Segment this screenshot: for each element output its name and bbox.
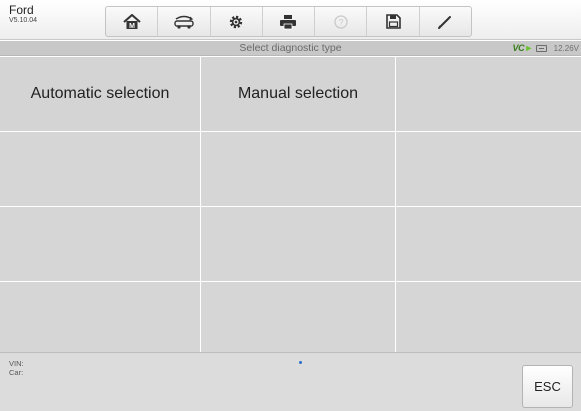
software-version: V5.10.04 [9, 17, 38, 24]
vehicle-swap-icon [174, 15, 194, 29]
battery-icon [536, 45, 547, 52]
empty-cell [0, 207, 200, 281]
footer-bar: VIN: Car: ESC [0, 352, 581, 411]
esc-button[interactable]: ESC [522, 365, 573, 408]
empty-cell [396, 57, 581, 131]
edit-pen-icon [438, 15, 452, 29]
empty-cell [0, 282, 200, 354]
empty-cell [396, 132, 581, 206]
save-icon [385, 14, 401, 29]
car-label: Car: [9, 368, 24, 377]
home-icon: M [122, 13, 141, 30]
vci-label: VC [512, 43, 525, 53]
manual-selection-button[interactable]: Manual selection [201, 57, 395, 131]
empty-cell [201, 282, 395, 354]
automatic-selection-button[interactable]: Automatic selection [0, 57, 200, 131]
automatic-selection-label: Automatic selection [30, 85, 170, 102]
svg-text:M: M [129, 23, 135, 30]
save-button[interactable] [367, 7, 420, 36]
empty-cell [201, 207, 395, 281]
vehicle-swap-button[interactable] [158, 7, 211, 36]
svg-text:?: ? [338, 17, 343, 27]
settings-button[interactable] [211, 7, 263, 36]
settings-gear-icon [230, 15, 243, 28]
print-button[interactable] [263, 7, 316, 36]
battery-voltage: 12.26V [553, 44, 579, 53]
manual-selection-label: Manual selection [237, 85, 359, 102]
empty-cell [0, 132, 200, 206]
help-button[interactable]: ? [315, 7, 368, 36]
empty-cell [396, 207, 581, 281]
selection-grid: Automatic selection Manual selection [0, 57, 581, 354]
help-icon: ? [334, 14, 348, 29]
vehicle-brand: Ford V5.10.04 [9, 4, 37, 24]
vci-status-icon: VC► [512, 43, 533, 53]
home-button[interactable]: M [106, 7, 159, 36]
vin-label: VIN: [9, 359, 24, 368]
vehicle-info: VIN: Car: [9, 359, 24, 377]
page-indicator-dot [299, 361, 302, 364]
toolbar: M ? [105, 6, 472, 37]
top-bar: Ford V5.10.04 M ? [0, 0, 581, 40]
vehicle-make: Ford [9, 3, 34, 17]
title-bar: Select diagnostic type VC► 12.26V [0, 41, 581, 56]
printer-icon [280, 14, 297, 29]
edit-button[interactable] [420, 7, 471, 36]
page-title: Select diagnostic type [239, 42, 342, 54]
empty-cell [396, 282, 581, 354]
empty-cell [201, 132, 395, 206]
